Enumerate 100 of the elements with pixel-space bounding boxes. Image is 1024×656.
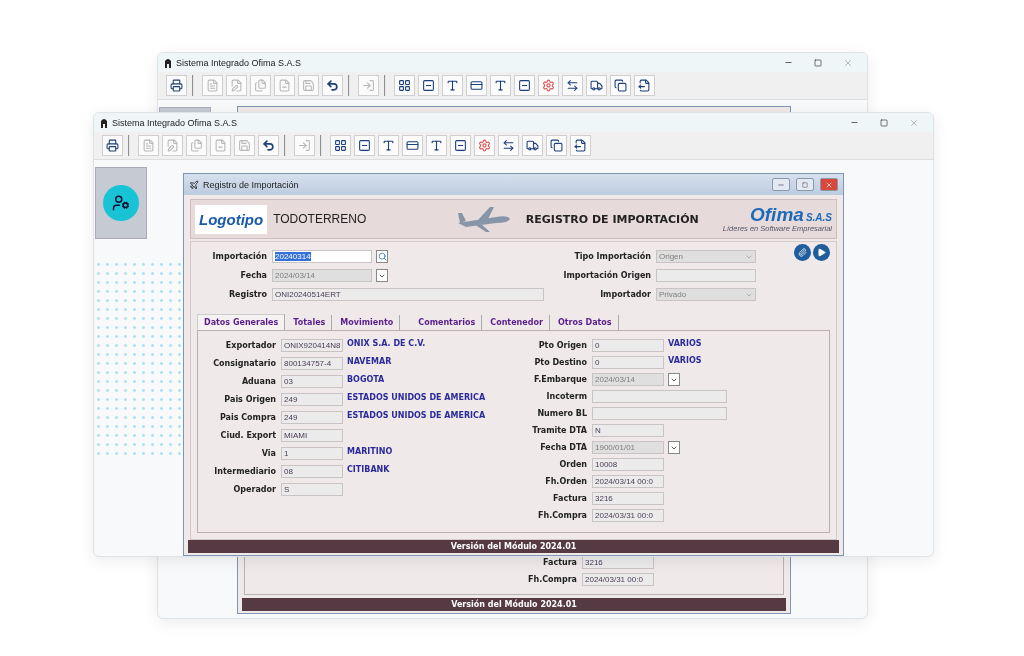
toolbar-button[interactable] — [634, 75, 655, 96]
save-icon — [302, 79, 315, 92]
window-title: Sistema Integrado Ofima S.A.S — [176, 57, 303, 68]
toolbar-button[interactable] — [450, 135, 471, 156]
edit-document-icon — [166, 139, 179, 152]
input-field[interactable]: MIAMI — [281, 429, 343, 442]
paperclip-icon — [798, 248, 807, 257]
input-field[interactable]: N — [592, 424, 664, 437]
maximize-icon — [802, 181, 808, 188]
field-label: Via — [260, 449, 276, 458]
toolbar-button[interactable] — [426, 135, 447, 156]
enter-icon — [298, 139, 311, 152]
field-description: ESTADOS UNIDOS DE AMERICA — [347, 393, 486, 402]
input-field[interactable] — [592, 390, 727, 403]
toolbar-button[interactable] — [514, 75, 535, 96]
toolbar-button[interactable] — [442, 75, 463, 96]
toolbar-button[interactable] — [330, 135, 351, 156]
dropdown-button[interactable] — [668, 441, 680, 454]
field-label: Registro — [227, 290, 267, 299]
input-field[interactable]: 0 — [592, 339, 664, 352]
close-button[interactable] — [820, 178, 838, 191]
form-icon — [518, 79, 531, 92]
input-field[interactable]: 08 — [281, 465, 343, 478]
toolbar-button[interactable] — [394, 75, 415, 96]
field-description: CITIBANK — [347, 465, 390, 474]
export-icon — [574, 139, 587, 152]
grid-icon — [398, 79, 411, 92]
input-field[interactable]: 249 — [281, 393, 343, 406]
field-label: Fecha DTA — [539, 443, 587, 452]
printer-icon — [170, 79, 183, 92]
input-field[interactable]: 03 — [281, 375, 343, 388]
input-field[interactable]: ONIX920414N8 — [281, 339, 343, 352]
copy-icon — [550, 139, 563, 152]
field-label: Ciud. Export — [219, 431, 276, 440]
input-field[interactable]: 0 — [592, 356, 664, 369]
field-label: Importador — [599, 290, 651, 299]
input-field[interactable]: 2024/03/31 00:0 — [592, 509, 664, 522]
documents-icon — [190, 139, 203, 152]
search-icon — [377, 252, 387, 261]
field-label: Factura — [542, 558, 577, 567]
export-icon — [638, 79, 651, 92]
play-button[interactable] — [813, 244, 830, 261]
toolbar-button[interactable] — [354, 135, 375, 156]
toolbar-button[interactable] — [498, 135, 519, 156]
form-icon — [422, 79, 435, 92]
toolbar-button[interactable] — [166, 75, 187, 96]
truck-icon — [526, 139, 539, 152]
attach-button[interactable] — [794, 244, 811, 261]
enter-icon — [362, 79, 375, 92]
toolbar-button[interactable] — [102, 135, 123, 156]
restore-icon[interactable] — [814, 58, 822, 67]
form-icon — [454, 139, 467, 152]
form-icon — [358, 139, 371, 152]
input-field[interactable]: 800134757-4 — [281, 357, 343, 370]
toolbar-button[interactable] — [378, 135, 399, 156]
card-icon — [406, 139, 419, 152]
toolbar-button[interactable] — [402, 135, 423, 156]
undo-icon — [326, 79, 339, 92]
restore-icon[interactable] — [880, 118, 888, 127]
toolbar-button[interactable] — [490, 75, 511, 96]
field-label: Fh.Orden — [544, 477, 587, 486]
toolbar-button[interactable] — [546, 135, 567, 156]
printer-icon — [106, 139, 119, 152]
search-button[interactable] — [376, 250, 388, 263]
edit-document-icon — [230, 79, 243, 92]
toolbar-button[interactable] — [466, 75, 487, 96]
letter-icon — [494, 79, 507, 92]
toolbar-button[interactable] — [322, 75, 343, 96]
field-label: Factura — [552, 494, 587, 503]
input-field[interactable]: S — [281, 483, 343, 496]
input-field[interactable]: 20240314 — [272, 250, 372, 263]
input-field[interactable] — [656, 269, 756, 282]
field-label: Fh.Compra — [537, 511, 587, 520]
input-field[interactable]: ONI20240514ERT — [272, 288, 544, 301]
grid-icon — [334, 139, 347, 152]
input-field[interactable] — [592, 407, 727, 420]
page-heading: REGISTRO DE IMPORTACIÓN — [525, 212, 699, 226]
toolbar-button[interactable] — [258, 135, 279, 156]
toolbar-button[interactable] — [610, 75, 631, 96]
toolbar-button[interactable] — [586, 75, 607, 96]
app-icon — [100, 117, 108, 128]
plane-icon — [189, 179, 199, 190]
input-field[interactable]: 249 — [281, 411, 343, 424]
app-icon — [164, 57, 172, 68]
input-field[interactable]: 10008 — [592, 458, 664, 471]
dropdown-button[interactable] — [376, 269, 388, 282]
toolbar-button[interactable] — [522, 135, 543, 156]
input-field[interactable]: 2024/03/31 00:0 — [582, 573, 654, 586]
dropdown-button[interactable] — [668, 373, 680, 386]
support-button[interactable] — [103, 185, 139, 221]
input-field[interactable]: 3216 — [592, 492, 664, 505]
tab[interactable]: Datos Generales — [197, 314, 286, 330]
input-field[interactable]: 1 — [281, 447, 343, 460]
input-field[interactable]: 2024/03/14 00:0 — [592, 475, 664, 488]
toolbar-button[interactable] — [570, 135, 591, 156]
toolbar-button[interactable] — [418, 75, 439, 96]
version-footer: Versión del Módulo 2024.01 — [188, 540, 839, 553]
card-icon — [470, 79, 483, 92]
toolbar-button[interactable] — [562, 75, 583, 96]
letter-icon — [430, 139, 443, 152]
